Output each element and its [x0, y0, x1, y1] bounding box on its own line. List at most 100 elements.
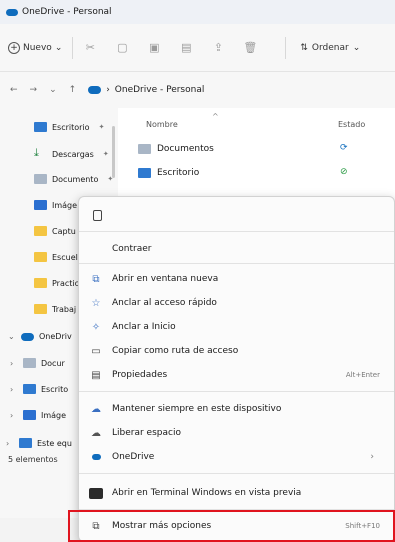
folder-icon [34, 278, 47, 288]
sidebar-item-capturas[interactable]: Captu [34, 226, 76, 236]
sidebar-item-label: Documento [52, 174, 99, 184]
menu-item-contraer[interactable]: Contraer [79, 237, 394, 261]
column-header-state[interactable]: Estado [338, 120, 365, 129]
new-button[interactable]: + Nuevo ⌄ [8, 41, 63, 54]
documents-icon [34, 174, 47, 184]
sidebar-item-trabajos[interactable]: Trabaj [34, 304, 76, 314]
menu-item-label: OneDrive [112, 452, 155, 462]
chevron-right-icon[interactable]: › [6, 439, 14, 448]
menu-item-abrir-ventana-nueva[interactable]: ⧉ Abrir en ventana nueva [79, 267, 394, 291]
sidebar-item-label: Escuel [52, 252, 78, 262]
sidebar-item-label: Imáge [52, 200, 78, 210]
sidebar-item-escritorio[interactable]: Escritorio ✦ [34, 122, 104, 132]
chevron-down-icon[interactable]: ⌄ [8, 332, 16, 341]
folder-icon [34, 226, 47, 236]
file-name: Escritorio [157, 168, 200, 178]
sidebar-item-onedrive[interactable]: ⌄ OneDriv [8, 332, 72, 341]
file-name: Documentos [157, 144, 214, 154]
sidebar-item-label: Escrito [41, 384, 69, 394]
sidebar-item-label: Docur [41, 358, 65, 368]
file-row-documentos[interactable]: Documentos [138, 144, 214, 154]
chevron-right-icon[interactable]: › [10, 411, 18, 420]
breadcrumb[interactable]: OneDrive - Personal [115, 85, 205, 95]
rename-icon[interactable]: ▤ [179, 41, 193, 55]
sort-button[interactable]: ⇅ Ordenar ⌄ [300, 43, 360, 53]
sidebar-item-onedrive-documentos[interactable]: › Docur [10, 358, 65, 368]
desktop-folder-icon [138, 168, 151, 178]
context-menu: Contraer ⧉ Abrir en ventana nueva ☆ Ancl… [78, 196, 395, 542]
sidebar-item-onedrive-escritorio[interactable]: › Escrito [10, 384, 68, 394]
menu-divider [79, 473, 394, 474]
pictures-icon [23, 410, 36, 420]
menu-item-propiedades[interactable]: ▤ Propiedades Alt+Enter [79, 363, 394, 387]
sort-ascending-icon: ^ [212, 112, 219, 121]
sidebar-item-imagenes[interactable]: Imáge [34, 200, 77, 210]
menu-item-anclar-inicio[interactable]: ✧ Anclar a Inicio [79, 315, 394, 339]
sidebar-item-descargas[interactable]: ⤓ Descargas ✦ [34, 146, 109, 160]
blank-icon [88, 242, 104, 256]
menu-item-mantener[interactable]: ☁ Mantener siempre en este dispositivo [79, 397, 394, 421]
column-header-name[interactable]: Nombre [146, 120, 178, 129]
toolbar-divider [72, 36, 74, 59]
sidebar-item-onedrive-imagenes[interactable]: › Imáge [10, 410, 66, 420]
paste-icon[interactable]: ▣ [147, 41, 161, 55]
sidebar-item-practicas[interactable]: Practic [34, 278, 79, 288]
file-row-escritorio[interactable]: Escritorio [138, 168, 199, 178]
chevron-down-icon: ⌄ [54, 42, 63, 53]
menu-item-label: Mantener siempre en este dispositivo [112, 404, 282, 414]
plus-icon: + [8, 41, 20, 54]
window-title: OneDrive - Personal [22, 7, 112, 17]
menu-divider [79, 231, 394, 232]
menu-item-label: Propiedades [112, 370, 168, 380]
desktop-folder-icon [23, 384, 36, 394]
scrollbar[interactable] [112, 126, 115, 178]
delete-icon[interactable]: 🗑 [243, 41, 257, 55]
back-icon[interactable]: ← [10, 85, 18, 95]
pin-icon: ✧ [91, 321, 101, 333]
menu-item-label: Liberar espacio [112, 428, 181, 438]
copy-icon[interactable]: ▢ [115, 41, 129, 55]
sidebar-item-label: Escritorio [52, 122, 90, 132]
terminal-icon [88, 486, 104, 500]
sidebar-item-label: Trabaj [52, 304, 77, 314]
documents-icon [138, 144, 151, 154]
copy-button[interactable] [87, 205, 107, 225]
share-icon[interactable]: ⇪ [211, 41, 225, 55]
menu-item-label: Abrir en ventana nueva [112, 274, 219, 284]
download-icon: ⤓ [34, 146, 39, 159]
up-icon[interactable]: ↑ [69, 85, 77, 95]
menu-item-terminal[interactable]: Abrir en Terminal Windows en vista previ… [79, 481, 394, 505]
menu-item-label: Abrir en Terminal Windows en vista previ… [112, 488, 302, 498]
star-icon: ☆ [91, 297, 101, 309]
sidebar-item-este-equipo[interactable]: › Este equ [6, 438, 72, 448]
address-bar[interactable]: › OneDrive - Personal [88, 85, 204, 95]
cut-icon[interactable]: ✂ [83, 41, 97, 55]
menu-item-copiar-ruta[interactable]: ▭ Copiar como ruta de acceso [79, 339, 394, 363]
desktop-folder-icon [34, 122, 47, 132]
recent-locations-icon[interactable]: ⌄ [49, 85, 57, 95]
menu-item-liberar-espacio[interactable]: ☁ Liberar espacio [79, 421, 394, 445]
onedrive-cloud-icon [21, 332, 34, 341]
onedrive-cloud-icon [88, 450, 104, 464]
menu-item-onedrive[interactable]: OneDrive › [79, 445, 394, 469]
open-new-window-icon: ⧉ [92, 273, 100, 285]
forward-icon[interactable]: → [30, 85, 38, 95]
shortcut-label: Alt+Enter [345, 371, 380, 379]
status-item-count: 5 elementos [8, 455, 58, 464]
menu-item-anclar-acceso-rapido[interactable]: ☆ Anclar al acceso rápido [79, 291, 394, 315]
title-bar: OneDrive - Personal [0, 0, 395, 24]
onedrive-cloud-icon [6, 8, 18, 16]
sidebar-item-label: Este equ [37, 438, 72, 448]
sync-icon: ⟳ [340, 143, 348, 153]
sidebar-item-label: Imáge [41, 410, 67, 420]
chevron-right-icon[interactable]: › [10, 359, 18, 368]
menu-item-label: Contraer [112, 244, 152, 254]
chevron-right-icon[interactable]: › [10, 385, 18, 394]
copy-path-icon: ▭ [91, 345, 101, 357]
sidebar-item-documentos[interactable]: Documento ✦ [34, 174, 113, 184]
pin-icon: ✦ [107, 175, 114, 183]
onedrive-cloud-icon [88, 86, 102, 94]
new-button-label: Nuevo [23, 42, 52, 53]
sidebar-item-escuela[interactable]: Escuel [34, 252, 78, 262]
sidebar-item-label: OneDriv [39, 332, 72, 341]
